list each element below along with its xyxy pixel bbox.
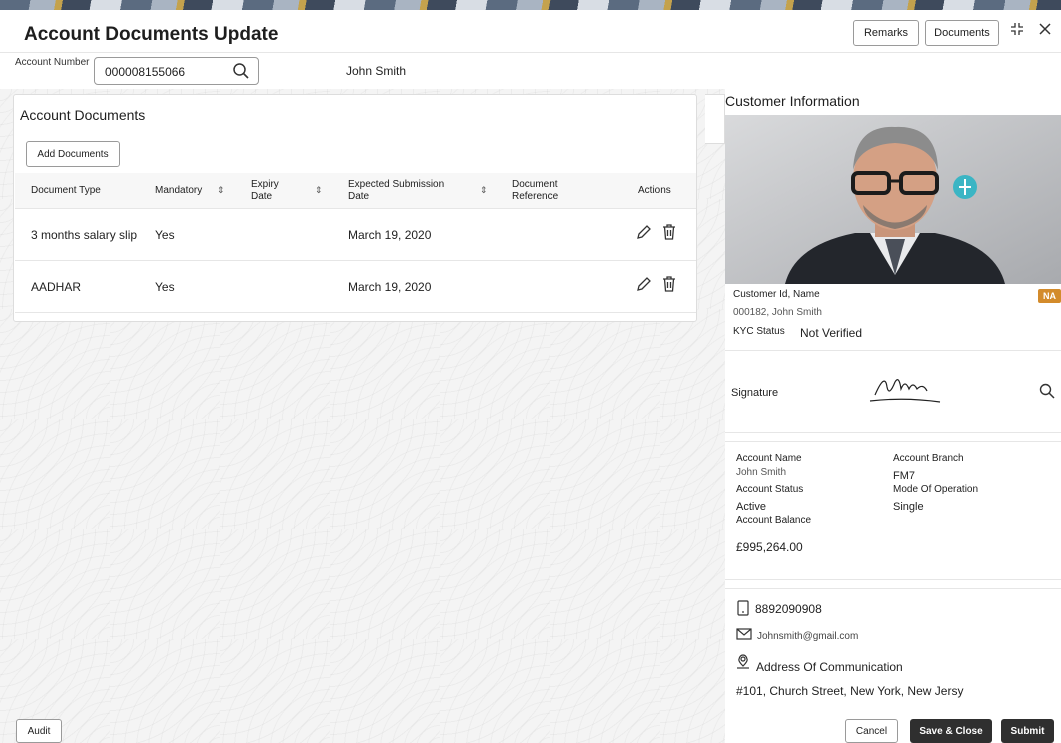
mode-of-operation-label: Mode Of Operation [893,484,979,495]
edit-icon[interactable] [635,223,653,244]
remarks-button[interactable]: Remarks [853,20,919,46]
documents-button[interactable]: Documents [925,20,999,46]
sort-icon[interactable]: ⇕ [315,185,323,196]
mode-of-operation-value: Single [893,501,924,513]
cell-document-type: 3 months salary slip [31,228,138,242]
account-balance-value: £995,264.00 [736,540,803,554]
cell-expected-submission-date: March 19, 2020 [348,280,432,294]
table-row: AADHAR Yes March 19, 2020 [15,261,696,313]
cell-expected-submission-date: March 19, 2020 [348,228,432,242]
account-status-value: Active [736,501,766,513]
minimize-icon[interactable] [1010,21,1024,41]
column-header-expected-submission-date[interactable]: Expected Submission Date [348,179,458,203]
footer-bar: Audit Cancel Save & Close Submit [0,708,1061,743]
account-documents-card: Account Documents Add Documents Document… [13,94,697,322]
audit-button[interactable]: Audit [16,719,62,743]
customer-id-name-value: 000182, John Smith [733,307,822,318]
card-title: Account Documents [20,107,146,123]
signature-image [865,367,945,410]
divider [725,579,1061,580]
account-branch-value: FM7 [893,470,915,482]
customer-information-panel: Customer Information NA Customer Id, Nam… [725,53,1061,708]
status-badge: NA [1038,289,1061,303]
account-number-label: Account Number [15,57,90,68]
close-icon[interactable] [1038,21,1052,41]
cell-document-type: AADHAR [31,280,82,294]
divider [725,441,1061,442]
account-branch-label: Account Branch [893,453,964,464]
divider [725,350,1061,351]
account-name-value: John Smith [736,467,787,478]
delete-icon[interactable] [660,223,678,244]
account-number-row: Account Number 000008155066 John Smith [0,53,725,89]
column-header-mandatory[interactable]: Mandatory [155,185,202,197]
delete-icon[interactable] [660,275,678,296]
column-header-expiry-date[interactable]: Expiry Date [251,179,291,203]
table-header: Document Type Mandatory ⇕ Expiry Date ⇕ … [15,173,696,209]
header-banner-strip [0,0,1061,10]
save-and-close-button[interactable]: Save & Close [910,719,992,743]
edit-icon[interactable] [635,275,653,296]
location-icon [735,654,751,673]
account-balance-label: Account Balance [736,515,812,526]
table-row: 3 months salary slip Yes March 19, 2020 [15,209,696,261]
phone-icon [737,600,749,619]
account-name-label: Account Name [736,453,802,464]
cell-mandatory: Yes [155,280,175,294]
cell-mandatory: Yes [155,228,175,242]
account-number-field[interactable]: 000008155066 [94,57,259,85]
search-icon[interactable] [232,62,250,83]
account-holder-name: John Smith [346,64,407,78]
divider [725,432,1061,433]
search-icon[interactable] [1039,383,1055,402]
panel-divider [705,94,725,144]
kyc-status-value: Not Verified [800,326,863,340]
phone-number: 8892090908 [755,602,822,616]
sort-icon[interactable]: ⇕ [480,185,488,196]
sort-icon[interactable]: ⇕ [217,185,225,196]
email-icon [736,628,752,643]
address-label: Address Of Communication [756,660,903,674]
column-header-actions: Actions [638,185,671,196]
page-header: Account Documents Update Remarks Documen… [0,10,1061,53]
customer-information-title: Customer Information [725,93,860,109]
account-number-value: 000008155066 [105,65,186,79]
signature-label: Signature [731,387,779,399]
cancel-button[interactable]: Cancel [845,719,898,743]
customer-photo [725,115,1061,284]
page-title: Account Documents Update [24,24,279,45]
divider [725,588,1061,589]
account-status-label: Account Status [736,484,804,495]
customer-id-name-label: Customer Id, Name [733,289,820,300]
column-header-document-reference: Document Reference [512,179,559,202]
add-documents-button[interactable]: Add Documents [26,141,120,167]
column-header-document-type: Document Type [31,185,101,196]
address-value: #101, Church Street, New York, New Jersy [736,684,964,698]
email-address: Johnsmith@gmail.com [757,631,859,642]
kyc-status-label: KYC Status [733,326,785,337]
submit-button[interactable]: Submit [1001,719,1054,743]
